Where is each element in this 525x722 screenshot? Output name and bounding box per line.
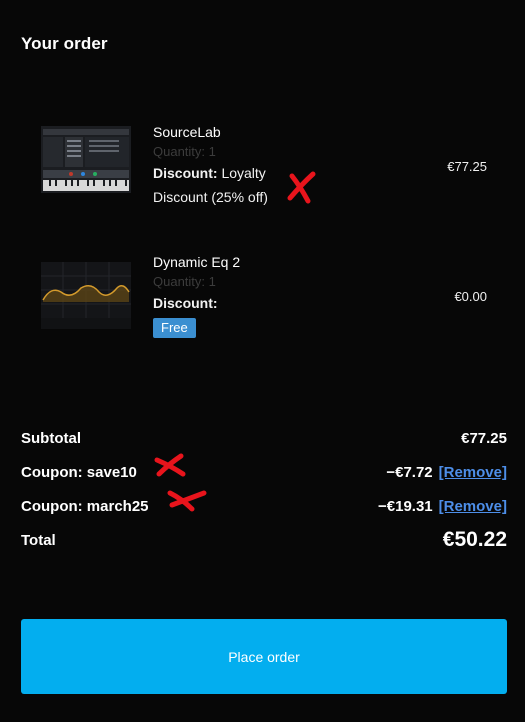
subtotal-value: €77.25 [461, 430, 507, 447]
eq-plugin-thumbnail [41, 262, 131, 329]
coupon-label: Coupon: save10 [21, 464, 137, 481]
coupon-row: Coupon: save10 −€7.72 [Remove] [21, 464, 507, 498]
coupon-amount: −€7.72 [386, 464, 433, 481]
remove-coupon-link[interactable]: [Remove] [439, 498, 507, 515]
coupon-value: −€7.72 [Remove] [386, 464, 507, 481]
order-summary: Subtotal €77.25 Coupon: save10 −€7.72 [Re… [21, 430, 507, 572]
remove-coupon-link[interactable]: [Remove] [439, 464, 507, 481]
free-badge: Free [153, 318, 196, 338]
total-label: Total [21, 532, 56, 549]
item-name: Dynamic Eq 2 [153, 254, 241, 270]
item-details: SourceLab Quantity: 1 Discount: Loyalty … [153, 122, 303, 209]
item-name: SourceLab [153, 124, 221, 140]
item-discount: Discount: [153, 291, 303, 315]
total-value: €50.22 [442, 528, 507, 551]
item-price: €77.25 [447, 159, 487, 174]
item-price: €0.00 [454, 289, 487, 304]
synth-plugin-thumbnail [41, 126, 131, 193]
page-title: Your order [21, 34, 108, 53]
total-row: Total €50.22 [21, 528, 507, 572]
coupon-label: Coupon: march25 [21, 498, 149, 515]
coupon-value: −€19.31 [Remove] [378, 498, 507, 515]
discount-text: Loyalty [221, 165, 266, 181]
item-discount: Discount: Loyalty Discount (25% off) [153, 161, 303, 209]
subtotal-row: Subtotal €77.25 [21, 430, 507, 464]
item-details: Dynamic Eq 2 Quantity: 1 Discount: Free [153, 252, 303, 338]
subtotal-label: Subtotal [21, 430, 81, 447]
discount-label: Discount: [153, 295, 218, 311]
red-x-annotation-icon [154, 453, 186, 477]
red-x-annotation-icon [167, 490, 207, 512]
item-quantity: Quantity: 1 [153, 274, 216, 289]
coupon-amount: −€19.31 [378, 498, 433, 515]
place-order-button[interactable]: Place order [21, 619, 507, 694]
discount-label: Discount: [153, 165, 218, 181]
item-quantity: Quantity: 1 [153, 144, 216, 159]
red-x-annotation-icon [287, 171, 316, 204]
coupon-row: Coupon: march25 −€19.31 [Remove] [21, 498, 507, 532]
discount-text-cont: Discount (25% off) [153, 189, 268, 205]
